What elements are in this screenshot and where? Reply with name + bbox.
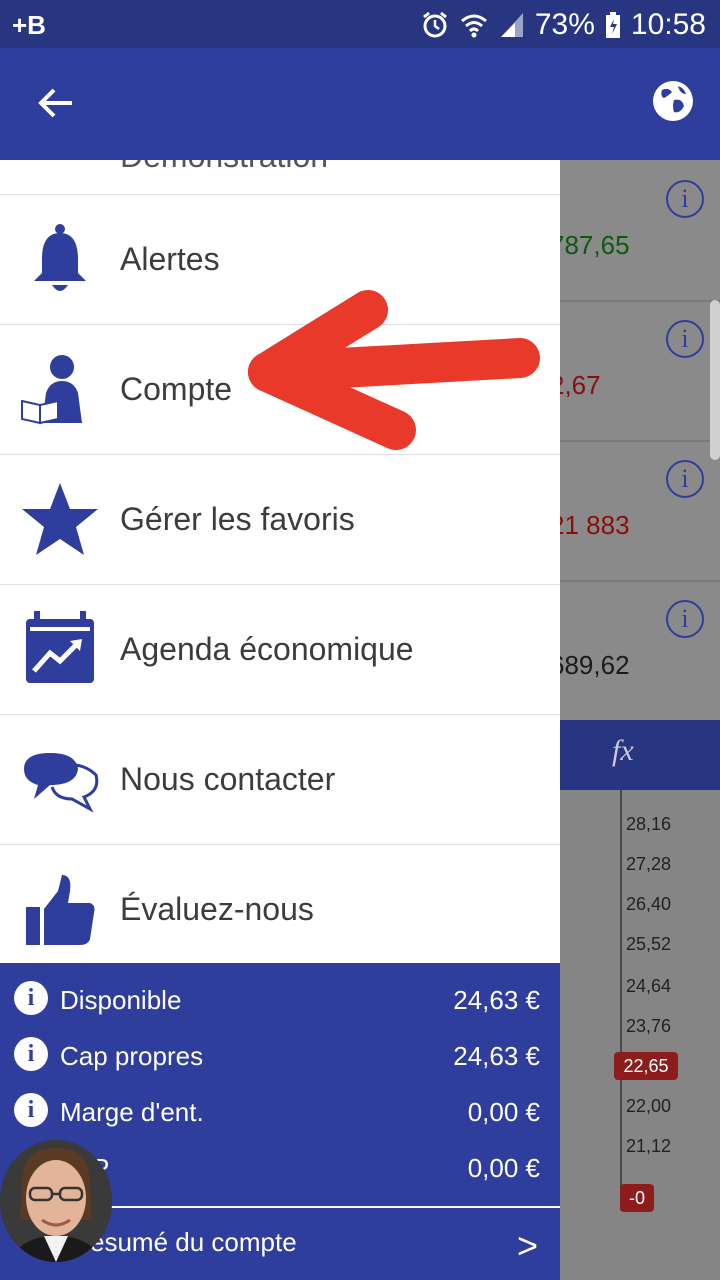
price-tag: 22,65 (614, 1052, 678, 1080)
navigation-drawer: Démonstration Alertes Compte Gérer les f… (0, 160, 560, 1280)
account-row-value: 24,63 € (453, 1041, 540, 1071)
drawer-item-label: Agenda économique (120, 631, 414, 667)
calendar-chart-icon (26, 611, 94, 683)
account-row-label: Cap propres (60, 1041, 204, 1071)
account-row-value: 0,00 € (467, 1097, 540, 1127)
account-row: i Marge d'ent. 0,00 € (0, 1091, 560, 1131)
battery-percent: 73% (534, 8, 595, 41)
alarm-icon (422, 11, 447, 38)
info-icon[interactable]: i (14, 1037, 48, 1071)
zero-tag: -0 (620, 1184, 654, 1212)
drawer-item-label: Évaluez-nous (120, 891, 314, 927)
app-bar (0, 48, 720, 160)
status-right: 73% 10:58 (421, 8, 706, 42)
axis-tick: 21,12 (626, 1136, 672, 1156)
account-row-value: 24,63 € (453, 985, 540, 1015)
list-item[interactable]: i 787,65 (560, 160, 720, 302)
drawer-item-label: Nous contacter (120, 761, 336, 797)
drawer-item-label: Gérer les favoris (120, 501, 355, 537)
back-button[interactable] (32, 78, 82, 128)
drawer-item-label: Alertes (120, 241, 220, 277)
chart-axis (620, 790, 622, 1210)
info-icon[interactable]: i (666, 460, 704, 498)
thumbs-up-icon (26, 875, 95, 945)
axis-tick: 24,64 (626, 976, 672, 996)
status-left-text: +B (12, 10, 46, 40)
axis-tick: 23,76 (626, 1016, 672, 1036)
globe-icon[interactable] (650, 78, 696, 124)
list-item[interactable]: i 689,62 (560, 580, 720, 722)
account-summary-link[interactable]: ésumé du compte (90, 1227, 297, 1258)
info-icon[interactable]: i (666, 320, 704, 358)
person-reading-icon (21, 355, 82, 425)
info-icon[interactable]: i (666, 180, 704, 218)
axis-tick: 25,52 (626, 934, 672, 954)
star-icon (22, 483, 98, 555)
battery-icon (605, 12, 620, 38)
account-row-label: Disponible (60, 985, 182, 1015)
avatar-image (0, 1140, 112, 1262)
divider (110, 1206, 560, 1208)
scrollbar[interactable] (710, 300, 720, 460)
info-icon[interactable]: i (14, 1093, 48, 1127)
drawer-item-agenda[interactable]: Agenda économique (0, 585, 560, 715)
list-item[interactable]: i 21 883 (560, 440, 720, 582)
account-row: i Disponible 24,63 € (0, 979, 560, 1019)
bell-icon (34, 224, 86, 291)
chart-toolbar: fx (560, 720, 720, 790)
clock: 10:58 (630, 8, 706, 41)
list-item-value: 21 883 (560, 510, 630, 540)
list-item-value: 787,65 (560, 230, 630, 260)
wifi-icon (460, 14, 487, 38)
list-item-value: 689,62 (560, 650, 630, 680)
axis-tick: 26,40 (626, 894, 672, 914)
drawer-item-label: Compte (120, 371, 233, 407)
drawer-item-compte[interactable]: Compte (0, 325, 560, 455)
drawer-item-evaluez[interactable]: Évaluez-nous (0, 845, 560, 974)
background-list: i 787,65 i 2,67 i 21 883 i 689,62 fx 28,… (560, 160, 720, 1280)
drawer-item-alertes[interactable]: Alertes (0, 195, 560, 325)
drawer-item-label: Démonstration (120, 160, 328, 175)
axis-tick: 22,00 (626, 1096, 672, 1116)
account-row: i Cap propres 24,63 € (0, 1035, 560, 1075)
axis-tick: 27,28 (626, 854, 672, 874)
axis-tick: 28,16 (626, 814, 672, 834)
list-item[interactable]: i 2,67 (560, 300, 720, 442)
drawer-item-contact[interactable]: Nous contacter (0, 715, 560, 845)
info-icon[interactable]: i (14, 981, 48, 1015)
drawer-item-demo[interactable]: Démonstration (0, 160, 560, 195)
price-chart[interactable]: 28,16 27,28 26,40 25,52 24,64 23,76 22,6… (560, 790, 720, 1280)
chevron-right-icon[interactable]: > (517, 1225, 538, 1267)
chat-bubbles-icon (24, 753, 99, 813)
info-icon[interactable]: i (666, 600, 704, 638)
status-bar: +B 73% 10:58 (0, 0, 720, 48)
fx-button[interactable]: fx (612, 734, 634, 768)
account-row-label: Marge d'ent. (60, 1097, 204, 1127)
avatar[interactable] (0, 1140, 112, 1262)
signal-icon (500, 13, 523, 37)
drawer-item-favoris[interactable]: Gérer les favoris (0, 455, 560, 585)
list-item-value: 2,67 (560, 370, 601, 400)
account-row-value: 0,00 € (467, 1153, 540, 1183)
